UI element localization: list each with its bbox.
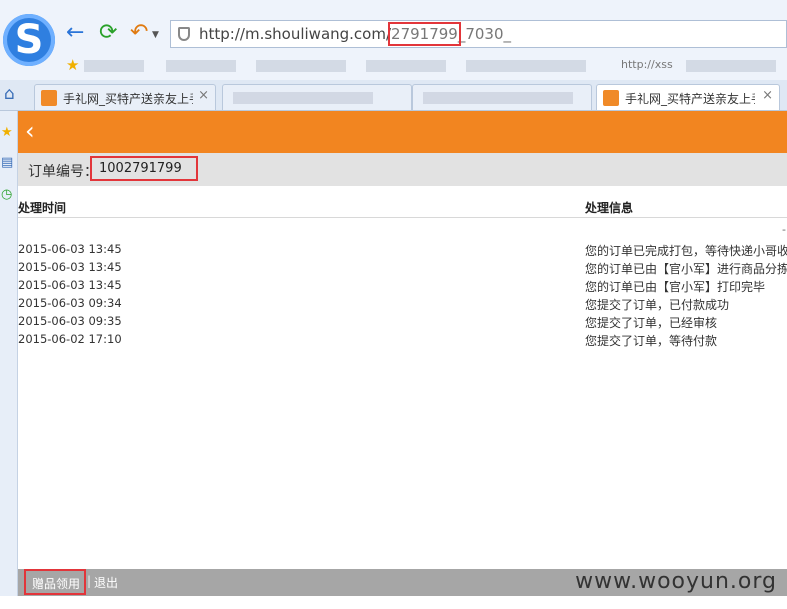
shield-icon: [178, 27, 190, 41]
logout-link[interactable]: 退出: [94, 574, 118, 591]
row-info: 您的订单已由【官小军】进行商品分拣: [585, 262, 787, 276]
row-time: 2015-06-03 13:45: [18, 242, 122, 256]
order-number-highlight: 1002791799: [90, 156, 198, 181]
blurred-bookmark: [166, 60, 236, 72]
browser-toolbar: S ← ⟳ ↶ ▼ http://m.shouliwang.com/279179…: [0, 0, 787, 81]
table-row: 2015-06-03 09:34 您提交了订单，已付款成功: [18, 296, 787, 314]
table-row: 2015-06-03 09:35 您提交了订单，已经审核: [18, 314, 787, 332]
dash-mark: -: [782, 223, 786, 236]
order-number-label: 订单编号：: [28, 164, 98, 180]
tab-strip: ⌂ 手礼网_买特产送亲友上手 × 手礼网_买特产送亲友上手 ×: [0, 80, 787, 111]
logo-letter: S: [14, 17, 44, 63]
tab-close-icon[interactable]: ×: [198, 88, 209, 103]
page-content: ‹ 订单编号： 1002791799 处理时间 处理信息 - 2015-06-0…: [18, 111, 787, 609]
row-time: 2015-06-03 13:45: [18, 260, 122, 274]
tab-label: 手礼网_买特产送亲友上手: [63, 92, 193, 106]
row-info: 您提交了订单，已付款成功: [585, 298, 730, 312]
row-info: 您的订单已完成打包，等待快递小哥收: [585, 244, 787, 258]
tab-favicon: [41, 90, 57, 106]
blurred-bookmark: [466, 60, 586, 72]
watermark: www.wooyun.org: [575, 569, 777, 594]
reader-icon[interactable]: ▤: [1, 155, 13, 170]
order-info-bar: 订单编号： 1002791799: [18, 153, 787, 186]
browser-logo: S: [3, 14, 55, 66]
tab-close-icon[interactable]: ×: [762, 88, 773, 103]
tab-1[interactable]: 手礼网_买特产送亲友上手 ×: [34, 84, 216, 110]
address-bar[interactable]: http://m.shouliwang.com/2791799_7030_: [170, 20, 787, 48]
footer-separator: |: [87, 574, 92, 588]
tab-favicon: [603, 90, 619, 106]
table-header: 处理时间 处理信息: [18, 197, 787, 218]
gift-link-highlight: 赠品领用: [24, 569, 86, 595]
table-row: 2015-06-02 17:10 您提交了订单，等待付款: [18, 332, 787, 350]
tab-3[interactable]: [412, 84, 592, 110]
page-footer: 赠品领用 | 退出 www.wooyun.org: [18, 569, 787, 596]
blurred-bookmark: [256, 60, 346, 72]
row-time: 2015-06-03 09:34: [18, 296, 122, 310]
page-header: ‹: [18, 111, 787, 153]
url-suffix: _7030_: [457, 25, 512, 43]
row-time: 2015-06-03 09:35: [18, 314, 122, 328]
row-info: 您的订单已由【官小军】打印完毕: [585, 280, 766, 294]
browser-sidebar: ★ ▤ ◷: [0, 111, 18, 609]
table-row: 2015-06-03 13:45 您的订单已由【官小军】进行商品分拣: [18, 260, 787, 278]
history-clock-icon[interactable]: ◷: [1, 187, 12, 202]
url-prefix: http://: [199, 25, 245, 43]
table-row: 2015-06-03 13:45 您的订单已完成打包，等待快递小哥收: [18, 242, 787, 260]
undo-dropdown-icon[interactable]: ▼: [152, 30, 159, 40]
favorites-star-icon[interactable]: ★: [1, 125, 13, 140]
blurred-bookmark: [686, 60, 776, 72]
row-time: 2015-06-02 17:10: [18, 332, 122, 346]
url-host: m.shouliwang.com/: [244, 25, 392, 43]
tab-label: 手礼网_买特产送亲友上手: [625, 92, 755, 106]
refresh-icon[interactable]: ⟳: [99, 22, 117, 44]
star-icon[interactable]: ★: [66, 56, 79, 74]
row-info: 您提交了订单，等待付款: [585, 334, 718, 348]
undo-icon[interactable]: ↶: [130, 22, 148, 44]
row-info: 您提交了订单，已经审核: [585, 316, 718, 330]
table-row: 2015-06-03 13:45 您的订单已由【官小军】打印完毕: [18, 278, 787, 296]
url-text[interactable]: http://m.shouliwang.com/2791799_7030_: [199, 22, 512, 46]
column-header-info: 处理信息: [585, 201, 634, 215]
url-highlight: 2791799: [388, 22, 461, 46]
blurred-tab-title: [423, 92, 573, 104]
blurred-bookmark: [84, 60, 144, 72]
blurred-tab-title: [233, 92, 373, 104]
blurred-bookmark: [366, 60, 446, 72]
tab-2[interactable]: [222, 84, 412, 110]
bookmark-xss[interactable]: http://xss: [621, 58, 673, 71]
row-time: 2015-06-03 13:45: [18, 278, 122, 292]
home-icon[interactable]: ⌂: [4, 84, 15, 104]
gift-claim-link[interactable]: 赠品领用: [32, 575, 80, 592]
order-number-value: 1002791799: [99, 161, 182, 176]
bookmarks-bar: ★ http://xss: [66, 56, 787, 76]
tab-4-active[interactable]: 手礼网_买特产送亲友上手 ×: [596, 84, 780, 110]
back-chevron-icon[interactable]: ‹: [25, 117, 35, 145]
bottom-strip: [0, 596, 787, 609]
column-header-time: 处理时间: [18, 201, 67, 215]
back-arrow-icon[interactable]: ←: [66, 22, 84, 44]
